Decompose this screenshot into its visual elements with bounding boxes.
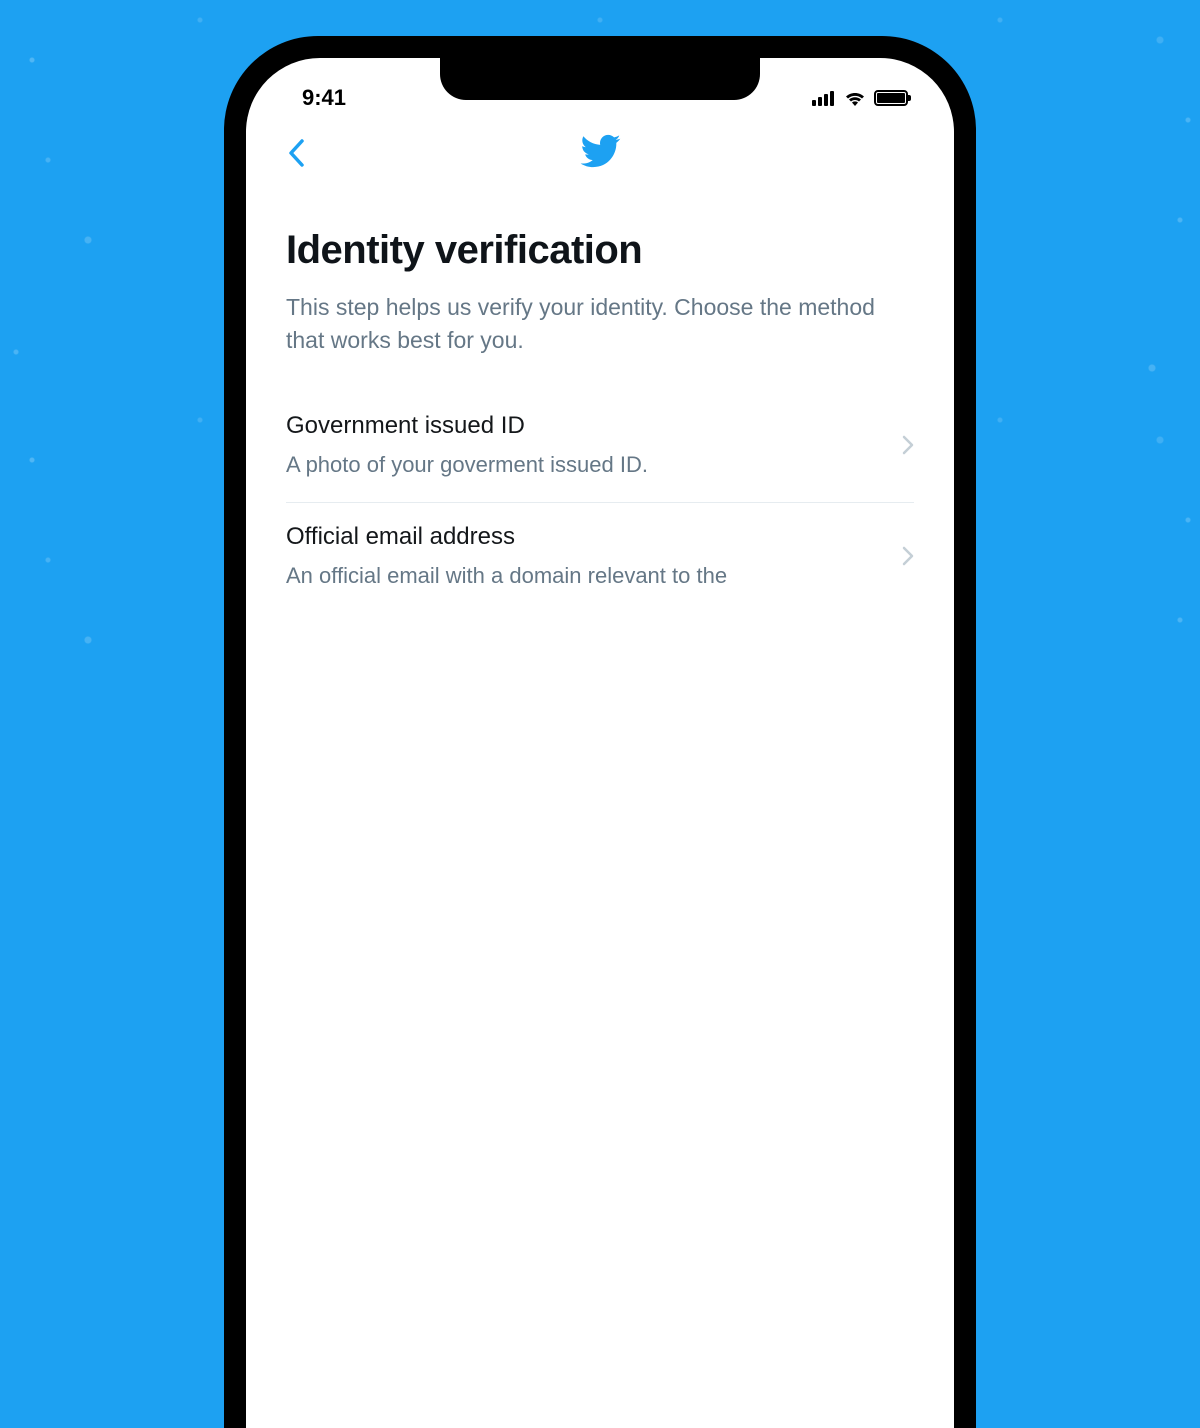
phone-notch: [440, 58, 760, 100]
option-desc: A photo of your goverment issued ID.: [286, 450, 882, 481]
option-desc: An official email with a domain relevant…: [286, 561, 882, 592]
main-content: Identity verification This step helps us…: [246, 188, 954, 614]
status-icons: [812, 90, 908, 106]
page-title: Identity verification: [286, 228, 914, 273]
back-button[interactable]: [276, 139, 316, 167]
phone-frame-inner: 9:41: [242, 54, 958, 1428]
status-time: 9:41: [302, 85, 346, 111]
phone-frame: 9:41: [224, 36, 976, 1428]
page-subtitle: This step helps us verify your identity.…: [286, 291, 914, 358]
chevron-right-icon: [902, 431, 914, 462]
wifi-icon: [844, 90, 866, 106]
battery-icon: [874, 90, 908, 106]
option-title: Official email address: [286, 523, 882, 551]
nav-bar: [246, 118, 954, 188]
option-government-id[interactable]: Government issued ID A photo of your gov…: [286, 392, 914, 504]
chevron-right-icon: [902, 542, 914, 573]
twitter-bird-icon: [579, 130, 621, 177]
cellular-signal-icon: [812, 90, 836, 106]
option-title: Government issued ID: [286, 412, 882, 440]
phone-screen: 9:41: [246, 58, 954, 1428]
option-official-email[interactable]: Official email address An official email…: [286, 503, 914, 614]
